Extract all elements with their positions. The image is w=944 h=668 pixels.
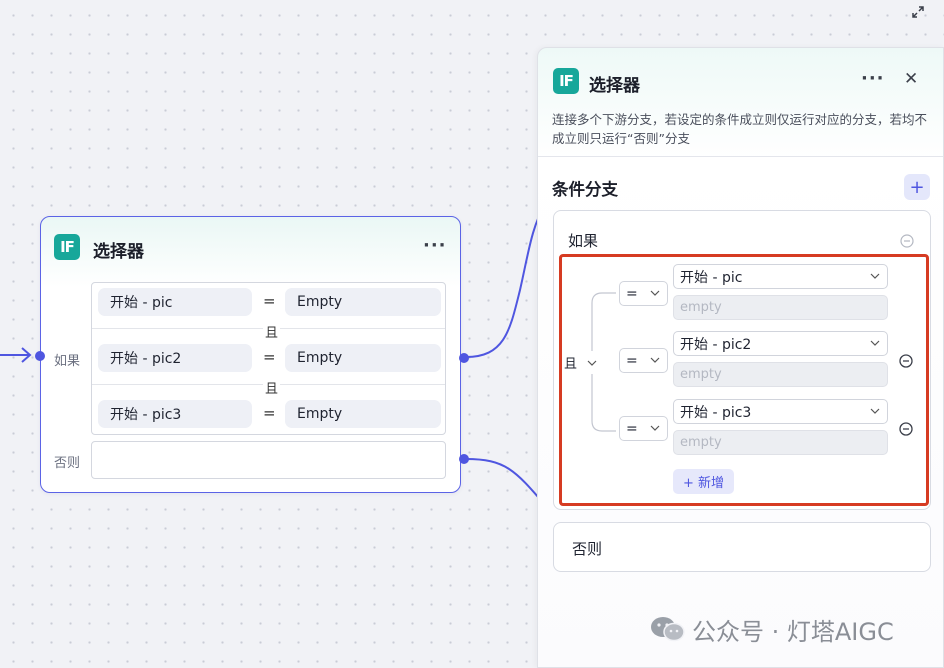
divider [538,156,943,157]
if-icon: IF [553,68,579,94]
close-icon[interactable]: ✕ [904,69,919,89]
condition-left: 开始 - pic [98,288,252,316]
condition-op: = [263,292,276,310]
condition-list: 开始 - pic = Empty 且 开始 - pic2 = Empty 且 开… [91,282,446,435]
if-node[interactable]: IF 选择器 ··· 如果 否则 开始 - pic = Empty 且 开始 -… [35,216,469,493]
more-icon[interactable]: ··· [861,68,885,89]
panel-description: 连接多个下游分支，若设定的条件成立则仅运行对应的分支，若均不成立则只运行“否则”… [552,112,928,146]
condition-left: 开始 - pic2 [98,344,252,372]
add-branch-button[interactable]: + [904,174,930,200]
node-title: 选择器 [93,242,144,262]
section-title: 条件分支 [552,180,618,199]
condition-right: Empty [285,400,441,428]
condition-right: Empty [285,288,441,316]
if-label: 如果 [568,232,599,250]
condition-op: = [263,348,276,366]
if-label: 如果 [54,354,81,369]
and-label: 且 [263,322,281,341]
else-branch-card: 否则 [553,522,931,572]
else-label: 否则 [54,456,81,471]
condition-left: 开始 - pic3 [98,400,252,428]
else-label: 否则 [572,540,603,558]
if-icon: IF [54,234,80,260]
else-branch-box [91,441,446,479]
config-panel: IF 选择器 ··· ✕ 连接多个下游分支，若设定的条件成立则仅运行对应的分支，… [537,47,944,668]
if-output-port[interactable] [459,353,469,363]
watermark: 公众号 · 灯塔AIGC [650,612,894,646]
highlight-box [559,254,929,506]
and-label: 且 [263,378,281,397]
condition-op: = [263,404,276,422]
more-icon[interactable]: ··· [423,235,447,256]
panel-title: 选择器 [589,76,640,96]
else-output-port[interactable] [459,454,469,464]
remove-branch-icon[interactable] [900,233,914,252]
wechat-icon [651,617,685,642]
input-port[interactable] [35,351,45,361]
condition-right: Empty [285,344,441,372]
watermark-text: 公众号 · 灯塔AIGC [692,617,894,646]
